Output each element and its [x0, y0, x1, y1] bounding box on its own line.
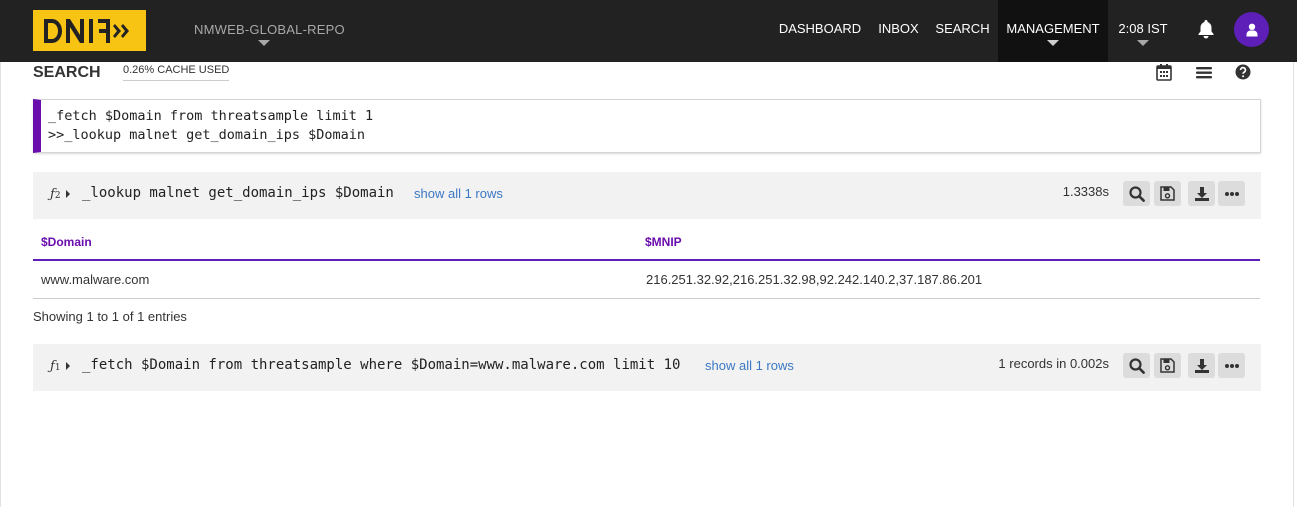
download-button[interactable] — [1188, 181, 1215, 206]
page-title: SEARCH — [33, 64, 101, 81]
search-button[interactable] — [1123, 181, 1150, 206]
page-right-border — [1293, 62, 1294, 507]
cache-used-badge: 0.26% CACHE USED — [123, 64, 230, 81]
function-index: 2 — [54, 191, 61, 201]
download-button[interactable] — [1188, 353, 1215, 378]
more-options-button[interactable] — [1218, 181, 1245, 206]
list-icon[interactable] — [1195, 62, 1213, 82]
search-icon — [1128, 357, 1145, 374]
top-navbar: NMWEB-GLOBAL-REPO DASHBOARD INBOX SEARCH… — [0, 0, 1297, 62]
repo-caret-icon[interactable] — [258, 40, 270, 46]
save-icon — [1160, 358, 1175, 373]
show-all-rows-link[interactable]: show all 1 rows — [705, 358, 794, 373]
download-icon — [1194, 186, 1209, 201]
table-entries-info: Showing 1 to 1 of 1 entries — [33, 309, 187, 324]
calendar-icon[interactable] — [1155, 62, 1173, 82]
save-button[interactable] — [1154, 181, 1181, 206]
table-cell-mnip: 216.251.32.92,216.251.32.98,92.242.140.2… — [646, 272, 983, 287]
page-left-border — [0, 62, 1, 507]
nav-management-label: MANAGEMENT — [1006, 21, 1100, 36]
query-line: _fetch $Domain from threatsample limit 1 — [48, 108, 374, 124]
bell-icon[interactable] — [1197, 19, 1215, 39]
table-cell-domain: www.malware.com — [41, 272, 150, 287]
save-button[interactable] — [1154, 353, 1181, 378]
nav-search[interactable]: SEARCH — [930, 0, 995, 62]
query-records-info: 1 records in 0.002s — [998, 356, 1109, 371]
column-header-mnip[interactable]: $MNIP — [645, 235, 682, 249]
panel-query-text: _lookup malnet get_domain_ips $Domain — [82, 185, 394, 201]
function-index: 1 — [54, 363, 61, 373]
expand-caret-icon[interactable] — [66, 362, 70, 370]
column-header-domain[interactable]: $Domain — [41, 235, 92, 249]
download-icon — [1194, 358, 1209, 373]
nav-time[interactable]: 2:08 IST — [1112, 0, 1174, 62]
result-panel-header: ƒ1 _fetch $Domain from threatsample wher… — [33, 344, 1261, 391]
more-icon — [1224, 191, 1239, 196]
dnif-logo-mark — [43, 18, 129, 43]
user-avatar[interactable] — [1234, 12, 1269, 47]
search-icon — [1128, 185, 1145, 202]
nav-time-label: 2:08 IST — [1118, 21, 1168, 36]
query-editor[interactable]: _fetch $Domain from threatsample limit 1… — [33, 99, 1261, 153]
repo-selector-label[interactable]: NMWEB-GLOBAL-REPO — [194, 22, 345, 37]
nav-management[interactable]: MANAGEMENT — [998, 0, 1108, 62]
table-row: www.malware.com 216.251.32.92,216.251.32… — [33, 262, 1260, 299]
nav-dashboard[interactable]: DASHBOARD — [774, 0, 866, 62]
search-button[interactable] — [1123, 353, 1150, 378]
user-icon — [1246, 23, 1257, 36]
more-icon — [1224, 363, 1239, 368]
query-line: >>_lookup malnet get_domain_ips $Domain — [48, 127, 365, 143]
dnif-logo[interactable] — [33, 10, 146, 51]
function-label: ƒ2 — [50, 187, 61, 202]
function-label: ƒ1 — [50, 359, 61, 374]
help-icon[interactable] — [1234, 62, 1252, 82]
save-icon — [1160, 186, 1175, 201]
chevron-down-icon — [1137, 40, 1149, 46]
result-panel-header: ƒ2 _lookup malnet get_domain_ips $Domain… — [33, 172, 1261, 219]
query-duration: 1.3338s — [1062, 184, 1109, 199]
nav-inbox[interactable]: INBOX — [871, 0, 926, 62]
panel-query-text: _fetch $Domain from threatsample where $… — [82, 357, 681, 373]
show-all-rows-link[interactable]: show all 1 rows — [414, 186, 503, 201]
table-header: $Domain $MNIP — [33, 222, 1260, 261]
expand-caret-icon[interactable] — [66, 190, 70, 198]
chevron-down-icon — [1047, 40, 1059, 46]
more-options-button[interactable] — [1218, 353, 1245, 378]
